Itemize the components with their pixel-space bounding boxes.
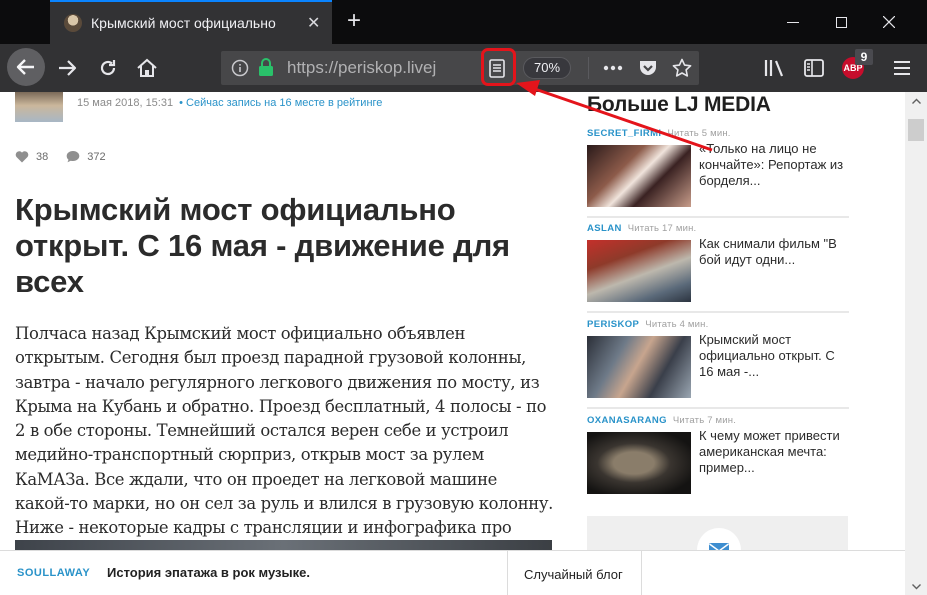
- browser-tab[interactable]: Крымский мост официально ✕: [50, 0, 332, 44]
- favicon-icon: [64, 14, 82, 32]
- lock-icon[interactable]: [258, 58, 274, 77]
- bottom-bar-title[interactable]: История эпатажа в рок музыке.: [107, 565, 310, 580]
- article-title: Крымский мост официально открыт. С 16 ма…: [15, 192, 510, 299]
- author-avatar[interactable]: [15, 92, 63, 122]
- sidebar-item-text[interactable]: Как снимали фильм "В бой идут одни...: [699, 236, 849, 268]
- forward-button[interactable]: [54, 55, 80, 81]
- scroll-up-button[interactable]: [905, 92, 927, 109]
- forward-arrow-icon: [59, 60, 77, 76]
- more-icon: [603, 65, 623, 71]
- sidebar-item-thumbnail[interactable]: [587, 145, 691, 207]
- pocket-icon: [640, 61, 656, 75]
- navigation-toolbar: https://periskop.livej 70% ABP 9: [0, 44, 927, 92]
- reload-button[interactable]: [95, 55, 121, 81]
- home-icon: [137, 58, 157, 77]
- sidebar-item-text[interactable]: К чему может привести американская мечта…: [699, 428, 849, 476]
- sidebar-divider: [587, 407, 849, 409]
- post-meta: 15 мая 2018, 15:31 • Сейчас запись на 16 …: [77, 97, 382, 109]
- tab-title: Крымский мост официально: [91, 15, 276, 31]
- reload-icon: [100, 60, 116, 76]
- sidebar-item-read-time: Читать 7 мин.: [672, 415, 737, 426]
- tab-close-icon[interactable]: ✕: [307, 13, 320, 33]
- scrollbar-thumb[interactable]: [908, 119, 924, 141]
- menu-button[interactable]: [889, 55, 915, 81]
- sidebar-icon: [804, 59, 824, 77]
- sidebar-item-user[interactable]: PERISKOP: [587, 319, 639, 330]
- sidebar-item-user[interactable]: ASLAN: [587, 223, 622, 234]
- post-stats: 38 372: [15, 150, 124, 163]
- sidebar-item-thumbnail[interactable]: [587, 240, 691, 302]
- bookmark-star-icon: [672, 58, 692, 77]
- library-icon: [764, 60, 784, 77]
- sidebar-item-text[interactable]: Крымский мост официально открыт. С 16 ма…: [699, 332, 849, 380]
- sidebar-item-read-time: Читать 4 мин.: [645, 319, 709, 330]
- sidebar-item-user[interactable]: SECRET_FIRMI: [587, 128, 661, 139]
- article-body: Полчаса назад Крымский мост официально о…: [15, 324, 554, 562]
- adblock-count-badge: 9: [855, 49, 873, 65]
- page-actions-button[interactable]: [601, 57, 625, 79]
- maximize-icon: [835, 16, 847, 28]
- sidebar-item[interactable]: SECRET_FIRMI Читать 5 мин. «Только на лиц…: [587, 128, 849, 207]
- new-tab-button[interactable]: +: [342, 7, 366, 35]
- bottom-bar-user[interactable]: SOULLAWAY: [17, 567, 90, 579]
- post-date: 15 мая 2018, 15:31: [77, 97, 174, 109]
- annotation-highlight-ring: [481, 48, 516, 86]
- bottom-bar-divider: [641, 551, 642, 595]
- minimize-button[interactable]: [770, 0, 816, 44]
- hamburger-menu-icon: [894, 61, 910, 75]
- sidebar-item-thumbnail[interactable]: [587, 336, 691, 398]
- close-icon: [883, 16, 895, 28]
- scroll-down-button[interactable]: [905, 578, 927, 595]
- close-window-button[interactable]: [866, 0, 912, 44]
- sidebar-item-read-time: Читать 17 мин.: [627, 223, 697, 234]
- sidebar-item-text[interactable]: «Только на лицо не кончайте»: Репортаж и…: [699, 141, 849, 189]
- title-bar: Крымский мост официально ✕ +: [0, 0, 927, 44]
- web-page: 15 мая 2018, 15:31 • Сейчас запись на 16 …: [0, 92, 905, 595]
- sidebar-heading: Больше LJ MEDIA: [587, 93, 771, 116]
- library-button[interactable]: [761, 55, 787, 81]
- comment-icon[interactable]: [66, 150, 80, 163]
- heart-icon[interactable]: [15, 150, 29, 163]
- url-text[interactable]: https://periskop.livej: [287, 58, 467, 78]
- rating-link[interactable]: • Сейчас запись на 16 месте в рейтинге: [179, 97, 382, 109]
- info-icon[interactable]: [231, 59, 249, 77]
- sidebar-item-user[interactable]: OXANASARANG: [587, 415, 667, 426]
- pocket-button[interactable]: [636, 57, 660, 79]
- zoom-level-button[interactable]: 70%: [523, 57, 571, 79]
- bottom-bar-divider: [507, 551, 508, 595]
- url-bar[interactable]: https://periskop.livej 70%: [221, 51, 699, 85]
- home-button[interactable]: [134, 55, 160, 81]
- sidebar-item[interactable]: PERISKOP Читать 4 мин. Крымский мост офиц…: [587, 319, 849, 398]
- sidebar-divider: [587, 311, 849, 313]
- back-button[interactable]: [7, 48, 45, 86]
- sidebar-item[interactable]: ASLAN Читать 17 мин. Как снимали фильм "В…: [587, 223, 849, 302]
- likes-count: 38: [36, 150, 49, 163]
- chevron-down-icon: [911, 583, 921, 589]
- sidebar-divider: [587, 216, 849, 218]
- bookmark-button[interactable]: [670, 56, 694, 80]
- sidebar-item-read-time: Читать 5 мин.: [667, 128, 731, 139]
- minimize-icon: [787, 21, 799, 23]
- url-bar-separator: [588, 57, 589, 79]
- back-arrow-icon: [16, 59, 34, 75]
- comments-count: 372: [87, 150, 106, 163]
- chevron-up-icon: [911, 98, 921, 104]
- vertical-scrollbar[interactable]: [905, 92, 927, 595]
- sidebar-item[interactable]: OXANASARANG Читать 7 мин. К чему может пр…: [587, 415, 849, 494]
- sidebar-item-thumbnail[interactable]: [587, 432, 691, 494]
- random-blog-button[interactable]: Случайный блог: [524, 567, 623, 582]
- sidebar-button[interactable]: [801, 55, 827, 81]
- maximize-button[interactable]: [818, 0, 864, 44]
- bottom-recommendation-bar: SOULLAWAY История эпатажа в рок музыке. …: [0, 550, 905, 595]
